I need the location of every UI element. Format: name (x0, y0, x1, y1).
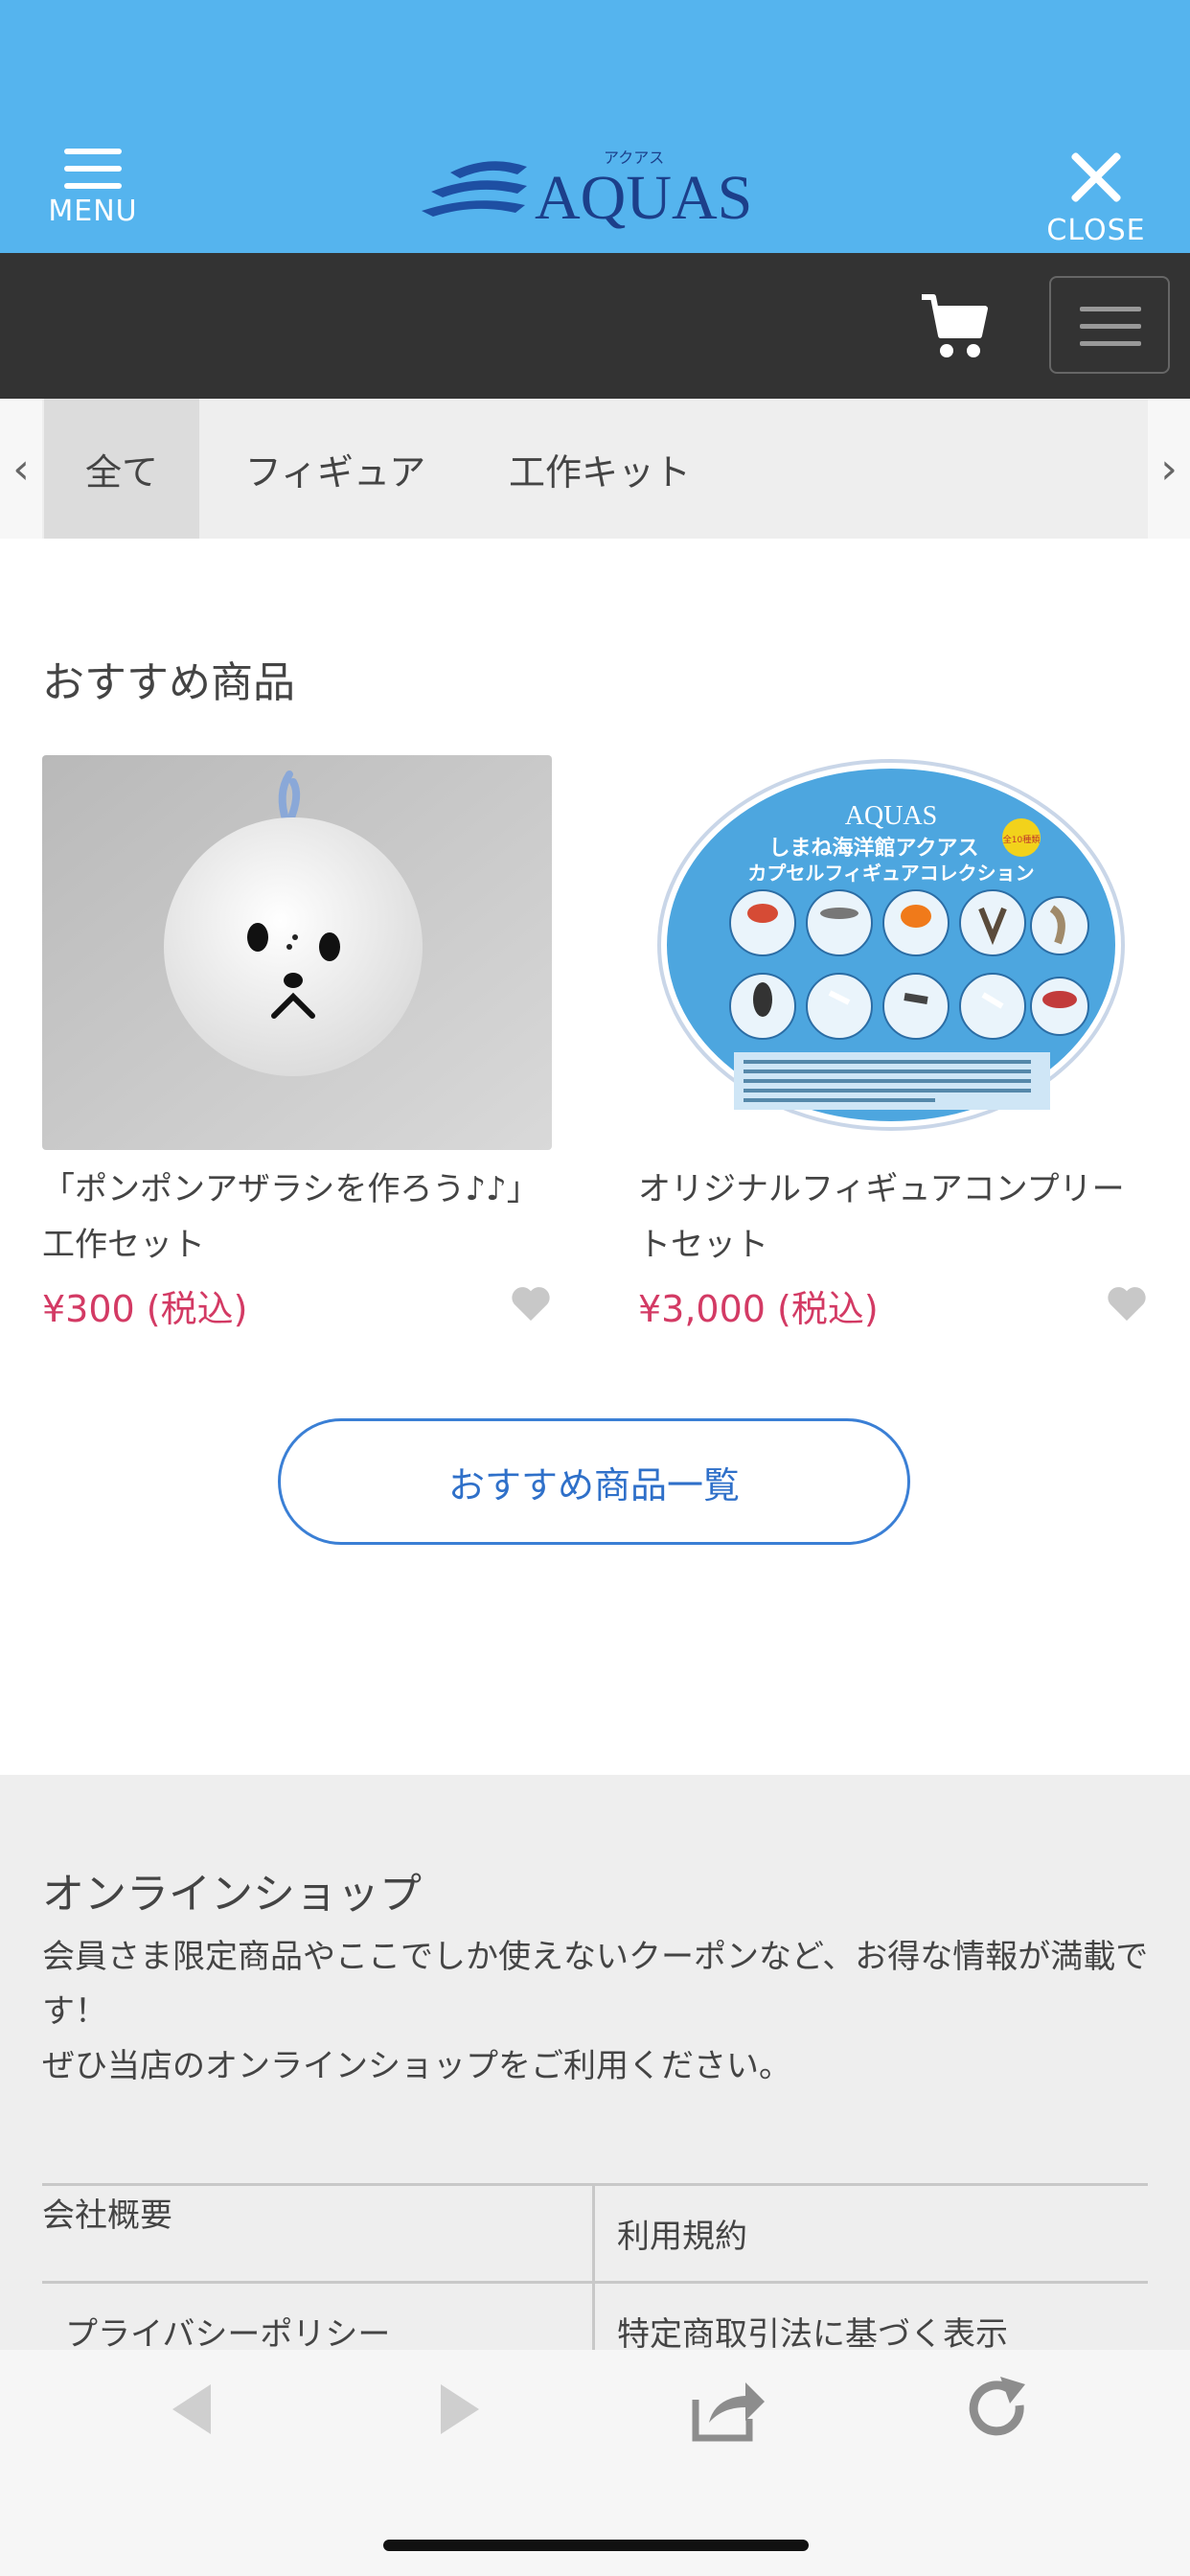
footer-link-commerce-law[interactable]: 特定商取引法に基づく表示 (617, 2308, 1008, 2355)
product-name[interactable]: 「ポンポンアザラシを作ろう♪♪」工作セット (42, 1162, 560, 1273)
divider (592, 2183, 595, 2375)
section-title: おすすめ商品 (42, 658, 295, 707)
hamburger-icon[interactable] (1049, 276, 1170, 374)
close-icon (1069, 150, 1123, 204)
heart-icon[interactable] (510, 1284, 552, 1322)
footer-title: オンラインショップ (42, 1870, 422, 1919)
close-button[interactable]: CLOSE (1037, 149, 1156, 247)
tab-all[interactable]: 全て (44, 399, 199, 539)
product-price: ¥3,000 (税込) (638, 1288, 879, 1330)
refresh-icon[interactable] (966, 2377, 1031, 2442)
divider (42, 2183, 1148, 2186)
footer-text-line1: 会員さま限定商品やここでしか使えないクーポンなど、お得な情報が満載です！ (42, 1938, 1149, 2031)
footer-link-terms[interactable]: 利用規約 (617, 2210, 747, 2257)
menu-icon (64, 149, 122, 189)
product-image-seal[interactable] (42, 755, 552, 1150)
forward-arrow-icon[interactable] (437, 2380, 483, 2438)
cart-icon[interactable] (920, 288, 989, 364)
figure-title-text: しまね海洋館アクアス (769, 836, 979, 861)
recommended-list-button[interactable]: おすすめ商品一覧 (278, 1418, 910, 1545)
share-icon[interactable] (690, 2375, 767, 2444)
heart-icon[interactable] (1106, 1284, 1148, 1322)
figure-logo-text: AQUAS (845, 801, 937, 831)
close-label: CLOSE (1046, 214, 1146, 247)
aquas-logo[interactable]: AQUAS アクアス (422, 144, 767, 233)
product-price: ¥300 (税込) (42, 1288, 248, 1330)
figure-subtitle-text: カプセルフィギュアコレクション (747, 862, 1034, 885)
back-arrow-icon[interactable] (169, 2380, 215, 2438)
tab-craft-kit[interactable]: 工作キット (491, 399, 709, 539)
divider (42, 2281, 1148, 2284)
home-indicator (383, 2540, 809, 2551)
footer-link-privacy[interactable]: プライバシーポリシー (65, 2308, 390, 2355)
footer-description: 会員さま限定商品やここでしか使えないクーポンなど、お得な情報が満載です！ ぜひ当… (42, 1930, 1154, 2094)
tab-figure[interactable]: フィギュア (220, 399, 450, 539)
menu-button[interactable]: MENU (38, 149, 148, 235)
logo-kana: アクアス (604, 149, 664, 167)
shop-toolbar (0, 253, 1190, 399)
figure-badge: 全10種類 (1003, 834, 1040, 845)
product-name[interactable]: オリジナルフィギュアコンプリートセット (638, 1162, 1156, 1273)
footer-text-line2: ぜひ当店のオンラインショップをご利用ください。 (42, 2047, 791, 2085)
menu-label: MENU (48, 195, 138, 228)
chevron-left-icon[interactable]: ‹ (0, 399, 42, 539)
product-image-figure-set[interactable]: AQUAS しまね海洋館アクアス 全10種類 カプセルフィギュアコレクション (638, 755, 1148, 1150)
footer-link-company[interactable]: 会社概要 (42, 2189, 172, 2236)
chevron-right-icon[interactable]: › (1148, 399, 1190, 539)
logo-text: AQUAS (535, 163, 752, 232)
